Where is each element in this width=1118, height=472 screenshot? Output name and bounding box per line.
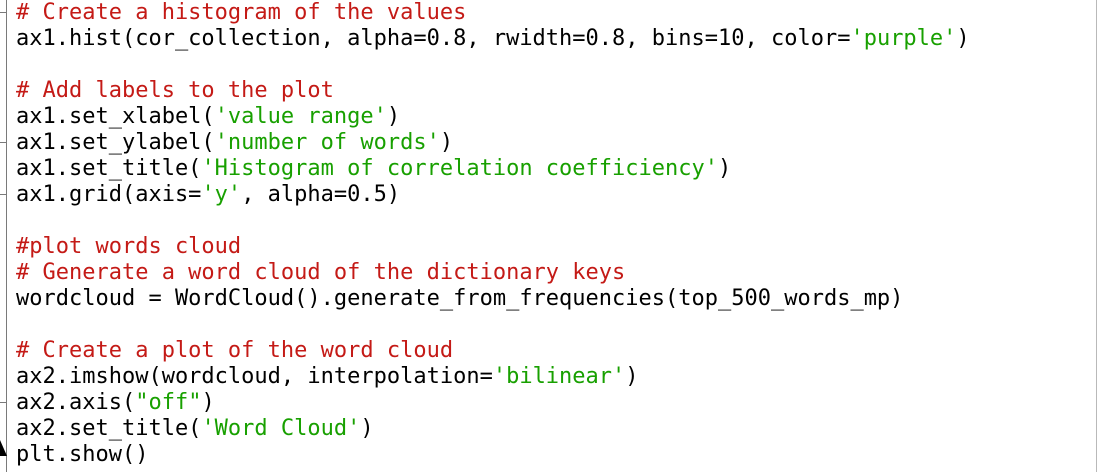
code-line[interactable] bbox=[16, 208, 970, 234]
code-comment: # Generate a word cloud of the dictionar… bbox=[16, 260, 626, 285]
code-line[interactable]: # Create a plot of the word cloud bbox=[16, 338, 970, 364]
code-line[interactable]: ax2.imshow(wordcloud, interpolation='bil… bbox=[16, 364, 970, 390]
mouse-pointer-icon bbox=[0, 440, 7, 456]
code-token: , alpha=0.5) bbox=[241, 182, 401, 207]
code-comment: # Create a histogram of the values bbox=[16, 0, 467, 25]
code-token: wordcloud = WordCloud().generate_from_fr… bbox=[16, 286, 904, 311]
code-token: ) bbox=[201, 390, 215, 415]
code-line[interactable]: ax1.grid(axis='y', alpha=0.5) bbox=[16, 182, 970, 208]
code-token: ax1.set_xlabel( bbox=[16, 104, 215, 129]
code-line[interactable]: ax2.axis("off") bbox=[16, 390, 970, 416]
code-string: 'Histogram of correlation coefficiency' bbox=[201, 156, 718, 181]
code-line[interactable]: #plot words cloud bbox=[16, 234, 970, 260]
code-string: 'Word Cloud' bbox=[201, 416, 361, 441]
code-token: ) bbox=[439, 130, 454, 155]
code-token: ax1.set_title( bbox=[16, 156, 202, 181]
gutter-tick bbox=[0, 12, 6, 13]
code-comment: # Create a plot of the word cloud bbox=[16, 338, 454, 363]
code-token: ) bbox=[360, 416, 374, 441]
gutter-tick bbox=[0, 402, 6, 403]
gutter-tick bbox=[0, 194, 6, 195]
code-token: ax2.imshow(wordcloud, interpolation= bbox=[16, 364, 493, 389]
code-comment: #plot words cloud bbox=[16, 234, 242, 259]
code-string: "off" bbox=[135, 390, 202, 415]
code-line[interactable]: # Create a histogram of the values bbox=[16, 0, 970, 26]
editor-gutter bbox=[0, 0, 7, 472]
gutter-tick bbox=[0, 142, 6, 143]
code-token: ) bbox=[956, 26, 970, 51]
code-token: ax1.grid(axis= bbox=[16, 182, 202, 207]
code-line[interactable]: wordcloud = WordCloud().generate_from_fr… bbox=[16, 286, 970, 312]
code-line[interactable] bbox=[16, 52, 970, 78]
code-string: 'value range' bbox=[214, 104, 387, 129]
code-token: ax1.hist(cor_collection, alpha=0.8, rwid… bbox=[16, 26, 851, 51]
code-comment: # Add labels to the plot bbox=[16, 78, 334, 103]
code-token: ax2.axis( bbox=[16, 390, 136, 415]
code-string: 'number of words' bbox=[214, 130, 440, 155]
code-line[interactable]: ax1.set_xlabel('value range') bbox=[16, 104, 970, 130]
code-line[interactable]: plt.show() bbox=[16, 442, 970, 468]
code-line[interactable] bbox=[16, 312, 970, 338]
code-line[interactable]: # Add labels to the plot bbox=[16, 78, 970, 104]
editor-right-edge bbox=[1096, 0, 1097, 472]
code-line[interactable]: ax2.set_title('Word Cloud') bbox=[16, 416, 970, 442]
code-line[interactable]: ax1.hist(cor_collection, alpha=0.8, rwid… bbox=[16, 26, 970, 52]
code-string: 'bilinear' bbox=[492, 364, 626, 389]
code-string: 'y' bbox=[201, 182, 242, 207]
code-editor[interactable]: # Create a histogram of the values ax1.hi… bbox=[0, 0, 1118, 472]
code-token: ) bbox=[718, 156, 732, 181]
code-token: ) bbox=[625, 364, 639, 389]
code-line[interactable]: ax1.set_title('Histogram of correlation … bbox=[16, 156, 970, 182]
code-text-area[interactable]: # Create a histogram of the values ax1.hi… bbox=[16, 0, 970, 468]
code-string: 'purple' bbox=[850, 26, 957, 51]
code-token: plt.show() bbox=[16, 442, 149, 467]
code-line[interactable]: ax1.set_ylabel('number of words') bbox=[16, 130, 970, 156]
code-line[interactable]: # Generate a word cloud of the dictionar… bbox=[16, 260, 970, 286]
code-token: ax2.set_title( bbox=[16, 416, 202, 441]
code-token: ) bbox=[386, 104, 401, 129]
code-token: ax1.set_ylabel( bbox=[16, 130, 215, 155]
